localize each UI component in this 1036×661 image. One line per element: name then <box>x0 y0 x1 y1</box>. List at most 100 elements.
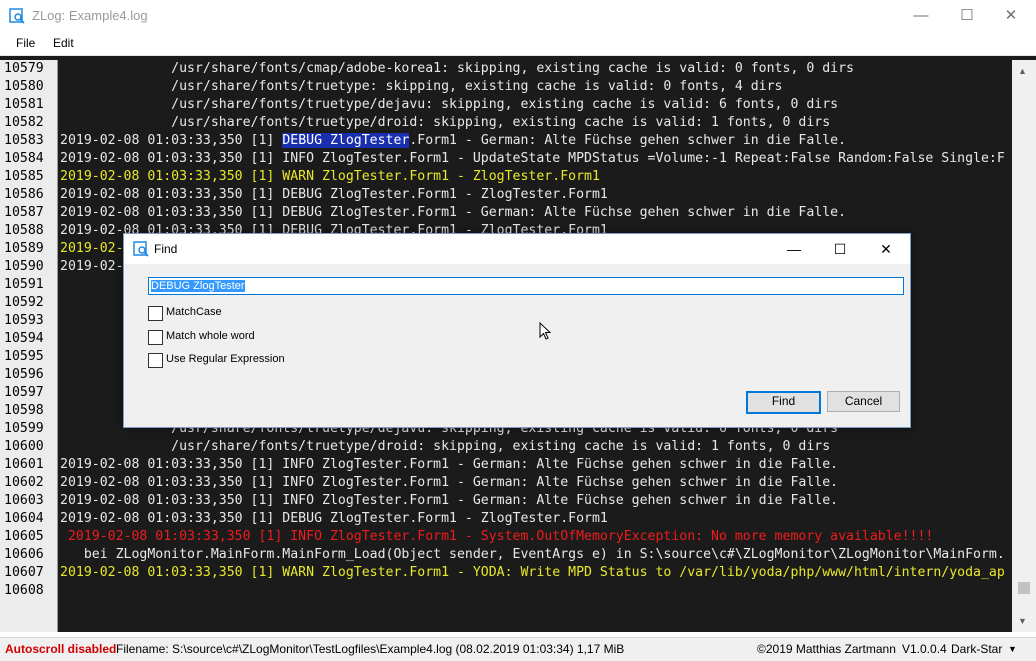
close-button[interactable]: ✕ <box>988 0 1034 32</box>
log-line: 10587 2019-02-08 01:03:33,350 [1] DEBUG Z… <box>0 204 1012 222</box>
line-number: 10597 <box>4 385 44 400</box>
log-text: 2019-02-08 01:03:33,350 [1] DEBUG ZlogTe… <box>60 205 847 220</box>
window-title: ZLog: Example4.log <box>32 8 148 23</box>
filename-status: Filename: S:\source\c#\ZLogMonitor\TestL… <box>116 642 625 656</box>
line-number: 10607 <box>4 565 44 580</box>
log-line: 10601 2019-02-08 01:03:33,350 [1] INFO Zl… <box>0 456 1012 474</box>
mouse-cursor-icon <box>539 322 552 340</box>
log-text: 2019-02-08 01:03:33,350 [1] DEBUG ZlogTe… <box>60 132 846 150</box>
menu-edit[interactable]: Edit <box>53 36 74 50</box>
log-text: 2019-02-08 01:03:33,350 [1] INFO ZlogTes… <box>60 475 839 490</box>
line-number: 10602 <box>4 475 44 490</box>
log-line: 10580 /usr/share/fonts/truetype: skippin… <box>0 78 1012 96</box>
find-button[interactable]: Find <box>746 391 821 414</box>
find-close-button[interactable]: ✕ <box>863 234 909 264</box>
menu-file[interactable]: File <box>16 36 35 50</box>
line-number: 10582 <box>4 115 44 130</box>
line-number: 10585 <box>4 169 44 184</box>
copyright-text: ©2019 Matthias Zartmann <box>757 642 896 656</box>
log-line: 10581 /usr/share/fonts/truetype/dejavu: … <box>0 96 1012 114</box>
line-number: 10591 <box>4 277 44 292</box>
line-number: 10601 <box>4 457 44 472</box>
title-bar: ZLog: Example4.log — ☐ ✕ <box>0 0 1036 32</box>
maximize-button[interactable]: ☐ <box>944 0 990 32</box>
scroll-thumb[interactable] <box>1018 582 1030 594</box>
line-number: 10594 <box>4 331 44 346</box>
zlog-app-icon <box>133 241 149 257</box>
line-number: 10593 <box>4 313 44 328</box>
log-text: /usr/share/fonts/truetype/droid: skippin… <box>60 439 831 454</box>
find-dialog: Find — ☐ ✕ DEBUG ZlogTester MatchCase Ma… <box>123 233 911 428</box>
line-number: 10579 <box>4 61 44 76</box>
line-number: 10599 <box>4 421 44 436</box>
regex-checkbox[interactable] <box>148 353 163 368</box>
line-number: 10598 <box>4 403 44 418</box>
log-text: 2019-02-08 01:03:33,350 [1] WARN ZlogTes… <box>60 565 1005 580</box>
line-number: 10583 <box>4 133 44 148</box>
line-number: 10603 <box>4 493 44 508</box>
scroll-up-icon[interactable]: ▲ <box>1018 66 1027 76</box>
log-text: bei ZLogMonitor.MainForm.MainForm_Load(O… <box>60 547 1005 562</box>
line-number: 10592 <box>4 295 44 310</box>
line-number: 10606 <box>4 547 44 562</box>
cancel-button[interactable]: Cancel <box>827 391 900 412</box>
log-text: /usr/share/fonts/cmap/adobe-korea1: skip… <box>60 61 854 76</box>
log-line: 10600 /usr/share/fonts/truetype/droid: s… <box>0 438 1012 456</box>
log-text: /usr/share/fonts/truetype/dejavu: skippi… <box>60 97 839 112</box>
log-line: 10585 2019-02-08 01:03:33,350 [1] WARN Zl… <box>0 168 1012 186</box>
log-line: 10602 2019-02-08 01:03:33,350 [1] INFO Zl… <box>0 474 1012 492</box>
matchcase-label: MatchCase <box>166 306 222 318</box>
vertical-scrollbar[interactable]: ▲ ▼ <box>1012 60 1036 632</box>
find-search-input[interactable]: DEBUG ZlogTester <box>148 277 904 295</box>
matchcase-checkbox[interactable] <box>148 306 163 321</box>
line-number: 10600 <box>4 439 44 454</box>
find-maximize-button[interactable]: ☐ <box>817 234 863 264</box>
status-bar: Autoscroll disabled Filename: S:\source\… <box>0 637 1036 661</box>
log-text: 2019-02-08 01:03:33,350 [1] DEBUG ZlogTe… <box>60 511 608 526</box>
log-text: /usr/share/fonts/truetype: skipping, exi… <box>60 79 783 94</box>
log-line: 10605 2019-02-08 01:03:33,350 [1] INFO Z… <box>0 528 1012 546</box>
regex-label: Use Regular Expression <box>166 353 285 365</box>
match-whole-word-label: Match whole word <box>166 330 255 342</box>
log-line: 10603 2019-02-08 01:03:33,350 [1] INFO Zl… <box>0 492 1012 510</box>
theme-selector[interactable]: Dark-Star <box>951 638 1002 661</box>
line-number: 10580 <box>4 79 44 94</box>
version-text: V1.0.0.4 <box>902 642 947 656</box>
minimize-button[interactable]: — <box>898 0 944 32</box>
log-text: 2019-02-08 01:03:33,350 [1] INFO ZlogTes… <box>60 151 1005 166</box>
line-number: 10595 <box>4 349 44 364</box>
log-text: /usr/share/fonts/truetype/droid: skippin… <box>60 115 831 130</box>
line-number: 10604 <box>4 511 44 526</box>
match-whole-word-checkbox[interactable] <box>148 330 163 345</box>
line-number: 10596 <box>4 367 44 382</box>
log-line: 10586 2019-02-08 01:03:33,350 [1] DEBUG Z… <box>0 186 1012 204</box>
search-match-highlight: DEBUG ZlogTester <box>282 133 410 148</box>
log-line: 10582 /usr/share/fonts/truetype/droid: s… <box>0 114 1012 132</box>
log-text: 2019-02-08 01:03:33,350 [1] WARN ZlogTes… <box>60 169 600 184</box>
autoscroll-status[interactable]: Autoscroll disabled <box>5 638 116 661</box>
log-line: 10604 2019-02-08 01:03:33,350 [1] DEBUG Z… <box>0 510 1012 528</box>
find-minimize-button[interactable]: — <box>771 234 817 264</box>
log-text: 2019-02-08 01:03:33,350 [1] INFO ZlogTes… <box>60 529 934 544</box>
log-text: 2019-02- <box>60 241 124 256</box>
log-text-suffix: .Form1 - German: Alte Füchse gehen schwe… <box>409 133 847 148</box>
menu-bar: File Edit <box>0 32 1036 56</box>
line-number: 10608 <box>4 583 44 598</box>
zlog-app-icon <box>9 8 25 24</box>
log-line: 10579 /usr/share/fonts/cmap/adobe-korea1… <box>0 60 1012 78</box>
log-line: 10608 <box>0 582 1012 600</box>
scroll-down-icon[interactable]: ▼ <box>1018 616 1027 626</box>
log-line: 10583 2019-02-08 01:03:33,350 [1] DEBUG Z… <box>0 132 1012 150</box>
log-text: 2019-02-08 01:03:33,350 [1] INFO ZlogTes… <box>60 457 839 472</box>
line-number: 10605 <box>4 529 44 544</box>
log-text: 2019-02-08 01:03:33,350 [1] DEBUG ZlogTe… <box>60 187 608 202</box>
line-number: 10586 <box>4 187 44 202</box>
line-number: 10589 <box>4 241 44 256</box>
line-number: 10588 <box>4 223 44 238</box>
theme-dropdown-icon[interactable]: ▼ <box>1008 638 1017 661</box>
find-dialog-title-bar: Find — ☐ ✕ <box>124 234 910 264</box>
log-text: 2019-02-08 01:03:33,350 [1] INFO ZlogTes… <box>60 493 839 508</box>
line-number: 10590 <box>4 259 44 274</box>
find-dialog-title: Find <box>154 242 178 256</box>
line-number: 10584 <box>4 151 44 166</box>
